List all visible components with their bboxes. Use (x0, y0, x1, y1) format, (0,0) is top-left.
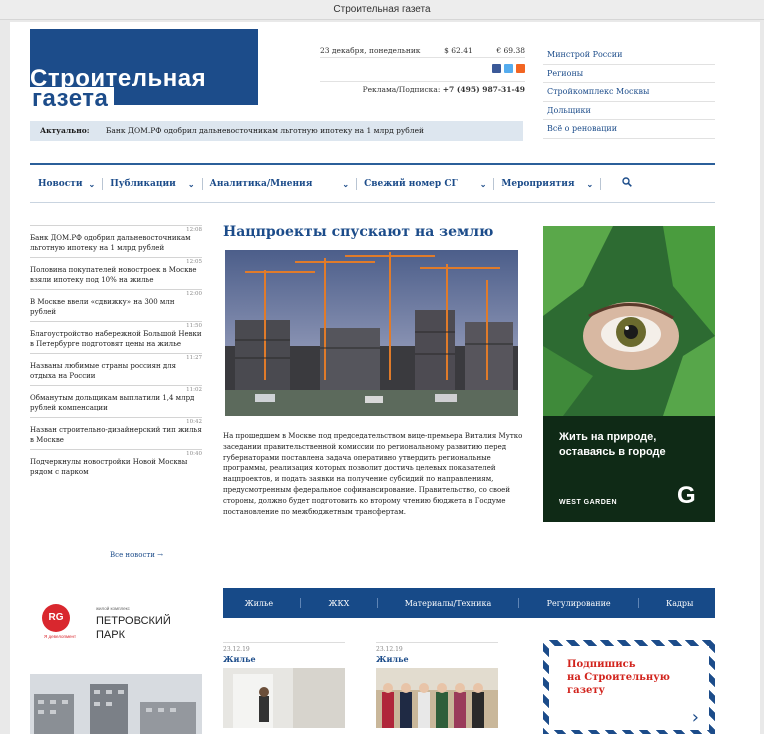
header-info: 23 декабря, понедельник $ 62.41 € 69.38 … (320, 44, 525, 94)
top-links: Минстрой России Регионы Стройкомплекс Мо… (543, 46, 715, 139)
top-link-regions[interactable]: Регионы (543, 65, 715, 83)
chevron-down-icon: ⌄ (88, 178, 96, 189)
main-headline[interactable]: Нацпроекты спускают на землю (223, 224, 493, 240)
top-link-renovation[interactable]: Всё о реновации (543, 120, 715, 139)
ad-label: Реклама/Подписка: (362, 85, 441, 94)
list-item[interactable]: 10:40 Подчеркнулы новостройки Новой Москв… (30, 449, 202, 481)
list-item[interactable]: 12:05 Половина покупателей новостроек в М… (30, 257, 202, 289)
eur-rate: € 69.38 (496, 46, 525, 55)
category-staff[interactable]: Кадры (666, 599, 693, 608)
banner-logo: G (677, 482, 696, 509)
list-item[interactable]: 12:08 Банк ДОМ.РФ одобрил дальневосточник… (30, 225, 202, 257)
topical-bar: Актуально: Банк ДОМ.РФ одобрил дальневос… (30, 121, 523, 141)
news-feed: 12:08 Банк ДОМ.РФ одобрил дальневосточник… (30, 225, 202, 481)
card-image[interactable] (223, 668, 345, 728)
nav-item-publications[interactable]: Публикации ⌄ (110, 179, 194, 189)
card-tag[interactable]: Жилье (223, 654, 345, 664)
top-link-minstroy[interactable]: Минстрой России (543, 46, 715, 65)
subscribe-line-3: газету (567, 685, 605, 696)
main-nav: Новости ⌄ Публикации ⌄ Аналитика/Мнения ⌄ С… (30, 163, 715, 203)
chevron-down-icon: ⌄ (187, 178, 195, 189)
chevron-down-icon: ⌄ (342, 178, 350, 189)
banner-brand: WEST GARDEN (559, 499, 617, 506)
arrow-right-icon: → (157, 551, 164, 559)
nav-item-analytics[interactable]: Аналитика/Мнения ⌄ (210, 179, 350, 189)
all-news-link[interactable]: Все новости → (110, 551, 163, 559)
category-bar: Жилье ЖКХ Материалы/Техника Регулировани… (223, 588, 715, 618)
nav-item-news[interactable]: Новости ⌄ (38, 179, 95, 189)
subscribe-box[interactable]: Подпишись на Строительную газету › (543, 640, 715, 734)
ad-banner[interactable]: Жить на природе, оставаясь в городе WEST … (543, 226, 715, 522)
tab-title[interactable]: Строительная газета (333, 4, 430, 15)
article-card[interactable]: 23.12.19 Жилье (223, 642, 345, 728)
card-image[interactable] (376, 668, 498, 728)
ad2-name: ПЕТРОВСКИЙ ПАРК (96, 615, 171, 641)
banner-text: Жить на природе, оставаясь в городе (559, 431, 666, 458)
ad2-buildings (30, 674, 202, 734)
list-item[interactable]: 10:42 Назван строительно-дизайнерский тип… (30, 417, 202, 449)
site-logo[interactable]: Строительная газета (30, 29, 258, 111)
list-item[interactable]: 11:27 Названы любимые страны россиян для … (30, 353, 202, 385)
rg-logo-sub: Я девелопмент (44, 634, 77, 639)
facebook-icon[interactable] (492, 64, 501, 73)
category-regulation[interactable]: Регулирование (547, 599, 611, 608)
ad-phone[interactable]: +7 (495) 987-31-49 (443, 85, 525, 94)
ad-petrovsky-park[interactable]: RG Я девелопмент жилой комплекс ПЕТРОВСК… (30, 592, 202, 734)
list-item[interactable]: 11:50 Благоустройство набережной Большой … (30, 321, 202, 353)
category-materials[interactable]: Материалы/Техника (405, 599, 492, 608)
chevron-down-icon: ⌄ (479, 178, 487, 189)
chevron-down-icon: ⌄ (586, 178, 594, 189)
logo-line-2: газета (30, 87, 115, 111)
twitter-icon[interactable] (504, 64, 513, 73)
card-tag[interactable]: Жилье (376, 654, 498, 664)
topical-link[interactable]: Банк ДОМ.РФ одобрил дальневосточникам ль… (106, 126, 424, 135)
lead-paragraph: На прошедшем в Москве под председательст… (223, 432, 523, 516)
top-link-moscow[interactable]: Стройкомплекс Москвы (543, 83, 715, 102)
list-item[interactable]: 12:00 В Москве ввели «сдвижку» на 300 млн… (30, 289, 202, 321)
rg-logo: RG (42, 604, 70, 632)
browser-tab-bar: Строительная газета (0, 0, 764, 20)
article-card[interactable]: 23.12.19 Жилье (376, 642, 498, 728)
top-link-dolshiki[interactable]: Дольщики (543, 102, 715, 120)
ad2-caption: жилой комплекс (96, 606, 130, 611)
social-links (320, 64, 525, 73)
list-item[interactable]: 11:02 Обманутым дольщикам выплатили 1,4 м… (30, 385, 202, 417)
ad-contact: Реклама/Подписка: +7 (495) 987-31-49 (320, 81, 525, 94)
topical-label: Актуально: (40, 126, 90, 135)
nav-item-events[interactable]: Мероприятия ⌄ (501, 179, 593, 189)
nav-item-fresh-issue[interactable]: Свежий номер СГ ⌄ (364, 179, 486, 189)
card-date: 23.12.19 (223, 642, 345, 653)
category-housing[interactable]: Жилье (245, 599, 274, 608)
category-zhkh[interactable]: ЖКХ (328, 599, 349, 608)
search-icon[interactable] (622, 177, 633, 190)
subscribe-line-2: на Строительную (567, 672, 670, 683)
rss-icon[interactable] (516, 64, 525, 73)
current-date: 23 декабря, понедельник (320, 46, 421, 55)
subscribe-line-1: Подпишись (567, 659, 636, 670)
chevron-right-icon[interactable]: › (692, 707, 699, 728)
page: Строительная газета 23 декабря, понедель… (10, 22, 760, 734)
main-photo[interactable] (225, 250, 518, 416)
date-rates-row: 23 декабря, понедельник $ 62.41 € 69.38 (320, 44, 525, 58)
usd-rate: $ 62.41 (444, 46, 473, 55)
card-date: 23.12.19 (376, 642, 498, 653)
